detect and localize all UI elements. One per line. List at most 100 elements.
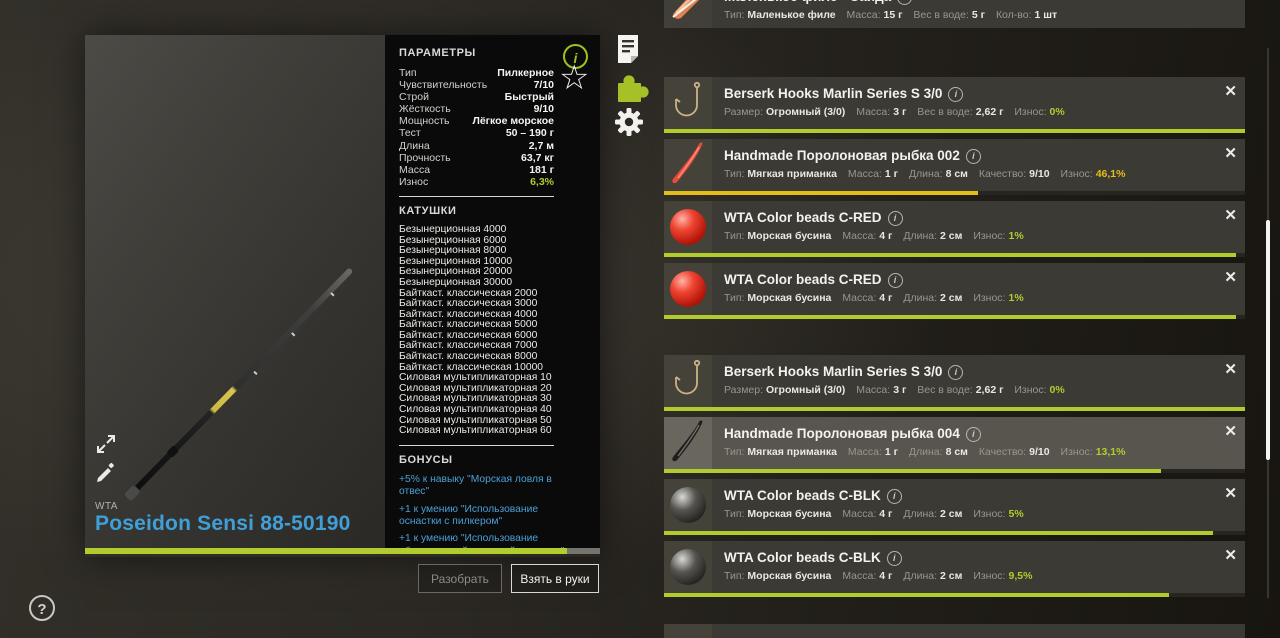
scrollbar-thumb[interactable] <box>1266 220 1270 460</box>
favorite-star-icon[interactable]: ☆ <box>559 61 589 95</box>
info-icon[interactable]: i <box>965 149 981 164</box>
info-icon[interactable]: i <box>965 427 981 442</box>
item-meta: Тип: Мягкая приманка Масса: 1 г Длина: 8 см… <box>724 168 1126 180</box>
item-icon-box <box>664 355 712 407</box>
info-icon[interactable]: i <box>948 365 964 380</box>
wear-bar <box>664 129 1245 133</box>
wear-bar <box>664 531 1245 535</box>
item-title: WTA Color beads C-BLK <box>724 488 881 503</box>
item-icon-box <box>664 624 712 638</box>
rod-params-panel: ПАРАМЕТРЫ Тип Пилкерное Чувствительность 7… <box>385 35 600 548</box>
hook-icon <box>675 359 701 395</box>
params-header: ПАРАМЕТРЫ <box>399 47 476 59</box>
reel-entry: Силовая мультипликаторная 60 <box>399 425 552 437</box>
notes-icon[interactable] <box>613 33 643 65</box>
list-item[interactable]: WTA Color beads C-BLK i Тип: Морская бусин… <box>664 479 1245 535</box>
item-meta: Тип: Маленькое филе Масса: 15 г Вес в воде… <box>724 9 1058 21</box>
info-icon[interactable]: i <box>886 489 902 504</box>
list-item[interactable]: Berserk Hooks Marlin Series S 3/0 i Разме… <box>664 77 1245 133</box>
take-in-hands-button[interactable]: Взять в руки <box>511 564 599 593</box>
close-icon[interactable]: ✕ <box>1224 423 1237 441</box>
bonus-entry: +1 к умению "Использование обыкновенной … <box>399 533 564 548</box>
rod-detail-card: WTA Poseidon Sensi 88-50190 ПАРАМЕТРЫ Ти… <box>85 35 600 557</box>
soft-lure-black-icon <box>672 420 703 462</box>
reel-entry: Безынерционная 30000 <box>399 276 513 288</box>
item-meta: Размер: Огромный (3/0) Масса: 3 г Вес в во… <box>724 106 1065 118</box>
close-icon[interactable]: ✕ <box>1224 145 1237 163</box>
divider <box>399 444 554 446</box>
help-icon[interactable]: ? <box>29 595 55 621</box>
item-title: WTA Color beads C-BLK <box>724 550 881 565</box>
info-icon[interactable]: i <box>887 273 903 288</box>
param-row-wear: Износ 6,3% <box>399 175 554 188</box>
game-screen: WTA Poseidon Sensi 88-50190 ПАРАМЕТРЫ Ти… <box>0 0 1280 638</box>
item-meta: Размер: Огромный (3/0) Масса: 3 г Вес в во… <box>724 384 1065 396</box>
disassemble-button[interactable]: Разобрать <box>418 564 502 593</box>
black-bead-icon <box>670 549 706 585</box>
info-icon[interactable]: i <box>897 0 913 5</box>
info-icon[interactable]: i <box>887 211 903 226</box>
item-title: Handmade Поролоновая рыбка 002 <box>724 148 960 163</box>
param-row: Мощность Лёгкое морское <box>399 115 554 128</box>
param-row: Масса 181 г <box>399 163 554 176</box>
expand-icon[interactable] <box>95 433 117 455</box>
red-bead-icon <box>670 209 706 245</box>
list-item[interactable] <box>664 624 1245 638</box>
list-item[interactable]: WTA Color beads C-BLK i Тип: Морская бусин… <box>664 541 1245 597</box>
param-row: Тест 50 – 190 г <box>399 127 554 140</box>
item-icon-box <box>664 417 712 469</box>
item-icon-box <box>664 0 712 28</box>
list-item[interactable]: Berserk Hooks Marlin Series S 3/0 i Разме… <box>664 355 1245 411</box>
puzzle-icon[interactable] <box>613 71 650 106</box>
close-icon[interactable]: ✕ <box>1224 83 1237 101</box>
list-item[interactable]: WTA Color beads C-RED i Тип: Морская бусин… <box>664 263 1245 319</box>
list-item[interactable]: Маленькое филе - Сайда i Тип:Маленькое фи… <box>664 0 1245 28</box>
wear-bar <box>664 191 1245 195</box>
divider <box>399 195 554 197</box>
close-icon[interactable]: ✕ <box>1224 485 1237 503</box>
item-icon-box <box>664 479 712 531</box>
rod-brand: WTA <box>95 501 118 512</box>
pencil-icon[interactable] <box>95 460 117 482</box>
info-icon[interactable]: i <box>948 87 964 102</box>
item-title: Berserk Hooks Marlin Series S 3/0 <box>724 364 943 379</box>
item-meta: Тип: Мягкая приманка Масса: 1 г Длина: 8 см… <box>724 446 1126 458</box>
list-item-selected[interactable]: Handmade Поролоновая рыбка 004 i Тип: Мягк… <box>664 417 1245 473</box>
item-icon-box <box>664 139 712 191</box>
item-title: Маленькое филе - Сайда <box>724 0 891 4</box>
wear-bar <box>664 593 1245 597</box>
close-icon[interactable]: ✕ <box>1224 207 1237 225</box>
item-icon-box <box>664 201 712 253</box>
item-title: Handmade Поролоновая рыбка 004 <box>724 426 960 441</box>
param-row: Прочность 63,7 кг <box>399 151 554 164</box>
red-bead-icon <box>670 271 706 307</box>
wear-bar <box>664 407 1245 411</box>
bonus-entry: +5% к навыку "Морская ловля в отвес" <box>399 473 552 498</box>
item-title: Berserk Hooks Marlin Series S 3/0 <box>724 86 943 101</box>
param-row: Тип Пилкерное <box>399 67 554 79</box>
wear-bar <box>664 315 1245 319</box>
item-icon-box <box>664 541 712 593</box>
soft-lure-red-icon <box>672 142 703 184</box>
list-item[interactable]: Handmade Поролоновая рыбка 002 i Тип: Мягк… <box>664 139 1245 195</box>
black-bead-icon <box>670 487 706 523</box>
close-icon[interactable]: ✕ <box>1224 547 1237 565</box>
rod-name: Poseidon Sensi 88-50190 <box>95 512 351 535</box>
gear-icon[interactable] <box>613 106 645 138</box>
item-icon-box <box>664 77 712 129</box>
item-icon-box <box>664 263 712 315</box>
item-title: WTA Color beads C-RED <box>724 272 882 287</box>
reel-entry: Безынерционная 4000 <box>399 223 507 235</box>
info-icon[interactable]: i <box>886 551 902 566</box>
list-item[interactable]: WTA Color beads C-RED i Тип: Морская бусин… <box>664 201 1245 257</box>
wear-bar <box>664 469 1245 473</box>
param-row: Чувствительность 7/10 <box>399 79 554 92</box>
close-icon[interactable]: ✕ <box>1224 361 1237 379</box>
param-row: Жёсткость 9/10 <box>399 103 554 116</box>
wear-bar <box>664 253 1245 257</box>
close-icon[interactable]: ✕ <box>1224 269 1237 287</box>
rod-durability-bar <box>85 548 600 554</box>
bonuses-header: БОНУСЫ <box>399 453 453 466</box>
item-title: WTA Color beads C-RED <box>724 210 882 225</box>
rod-image <box>123 267 354 502</box>
